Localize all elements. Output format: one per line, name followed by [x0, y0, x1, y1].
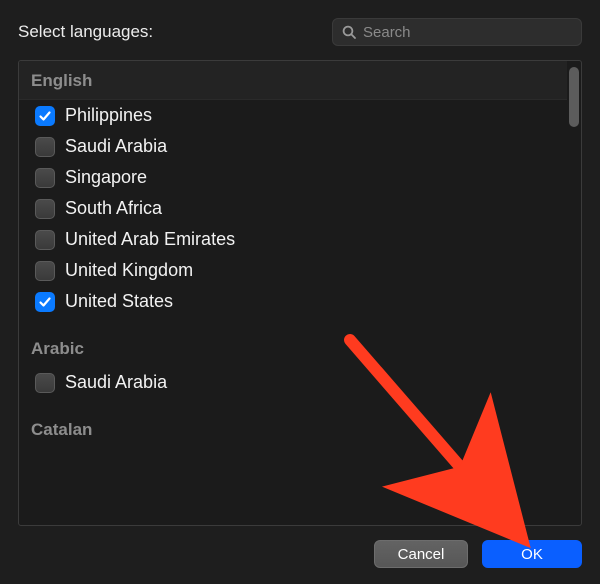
language-label: United States	[65, 291, 173, 312]
group-header-english: English	[19, 61, 567, 100]
language-item[interactable]: Philippines	[19, 100, 567, 131]
checkbox[interactable]	[35, 106, 55, 126]
language-label: United Arab Emirates	[65, 229, 235, 250]
dialog-buttons: Cancel OK	[18, 540, 582, 568]
ok-button[interactable]: OK	[482, 540, 582, 568]
language-label: Singapore	[65, 167, 147, 188]
search-input[interactable]	[363, 24, 573, 41]
language-item[interactable]: South Africa	[19, 193, 567, 224]
language-item[interactable]: United Kingdom	[19, 255, 567, 286]
checkbox[interactable]	[35, 137, 55, 157]
scrollbar-thumb[interactable]	[569, 67, 579, 127]
language-item[interactable]: Saudi Arabia	[19, 367, 567, 398]
checkbox[interactable]	[35, 199, 55, 219]
language-selection-dialog: Select languages: English Philippines Sa…	[0, 0, 600, 584]
group-header-catalan: Catalan	[19, 398, 567, 448]
language-label: Saudi Arabia	[65, 372, 167, 393]
cancel-button[interactable]: Cancel	[374, 540, 468, 568]
language-item[interactable]: United States	[19, 286, 567, 317]
language-label: Philippines	[65, 105, 152, 126]
dialog-header: Select languages:	[18, 18, 582, 46]
language-item[interactable]: United Arab Emirates	[19, 224, 567, 255]
checkbox[interactable]	[35, 292, 55, 312]
checkbox[interactable]	[35, 261, 55, 281]
group-header-arabic: Arabic	[19, 317, 567, 367]
check-icon	[38, 295, 52, 309]
language-item[interactable]: Saudi Arabia	[19, 131, 567, 162]
language-item[interactable]: Singapore	[19, 162, 567, 193]
language-label: United Kingdom	[65, 260, 193, 281]
checkbox[interactable]	[35, 373, 55, 393]
search-field[interactable]	[332, 18, 582, 46]
language-label: Saudi Arabia	[65, 136, 167, 157]
search-icon	[341, 24, 357, 40]
checkbox[interactable]	[35, 168, 55, 188]
check-icon	[38, 109, 52, 123]
dialog-title: Select languages:	[18, 22, 153, 42]
checkbox[interactable]	[35, 230, 55, 250]
language-list-viewport[interactable]: English Philippines Saudi Arabia Singapo…	[19, 61, 581, 525]
language-label: South Africa	[65, 198, 162, 219]
language-list: English Philippines Saudi Arabia Singapo…	[18, 60, 582, 526]
